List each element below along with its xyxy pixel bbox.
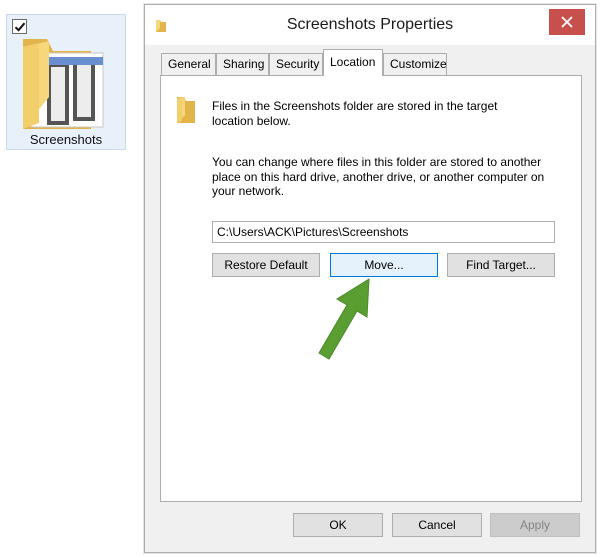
- target-path-input[interactable]: [212, 221, 555, 243]
- close-icon: [561, 16, 573, 28]
- tab-general[interactable]: General: [161, 53, 216, 75]
- change-line: your network.: [212, 184, 285, 198]
- restore-default-button[interactable]: Restore Default: [212, 253, 320, 277]
- desktop-folder-item[interactable]: Screenshots: [6, 14, 126, 150]
- window-title: Screenshots Properties: [286, 16, 454, 33]
- properties-window: Screenshots Properties General Sharing S…: [144, 4, 596, 553]
- location-tab-panel: Files in the Screenshots folder are stor…: [160, 75, 582, 502]
- info-line: Files in the Screenshots folder are stor…: [212, 99, 498, 113]
- folder-icon: [23, 39, 104, 129]
- title-bar[interactable]: Screenshots Properties: [145, 5, 595, 45]
- tab-location[interactable]: Location: [323, 49, 383, 76]
- ok-button[interactable]: OK: [293, 513, 383, 537]
- tab-sharing[interactable]: Sharing: [216, 53, 269, 75]
- close-button[interactable]: [549, 9, 585, 35]
- info-line: location below.: [212, 113, 291, 128]
- location-info-text: Files in the Screenshots folder are stor…: [212, 99, 552, 128]
- find-target-button[interactable]: Find Target...: [447, 253, 555, 277]
- change-line: place on this hard drive, another drive,…: [212, 169, 545, 184]
- desktop-folder-label: Screenshots: [29, 132, 103, 147]
- green-arrow-annotation: [318, 278, 370, 360]
- location-change-text: You can change where files in this folde…: [212, 155, 552, 199]
- tab-customize[interactable]: Customize: [383, 53, 447, 75]
- tab-security[interactable]: Security: [269, 53, 323, 75]
- change-line: You can change where files in this folde…: [212, 155, 542, 169]
- apply-button[interactable]: Apply: [490, 513, 580, 537]
- folder-icon: [177, 97, 195, 123]
- cancel-button[interactable]: Cancel: [392, 513, 482, 537]
- screen: Screenshots Screenshots Properties Gener…: [0, 0, 600, 557]
